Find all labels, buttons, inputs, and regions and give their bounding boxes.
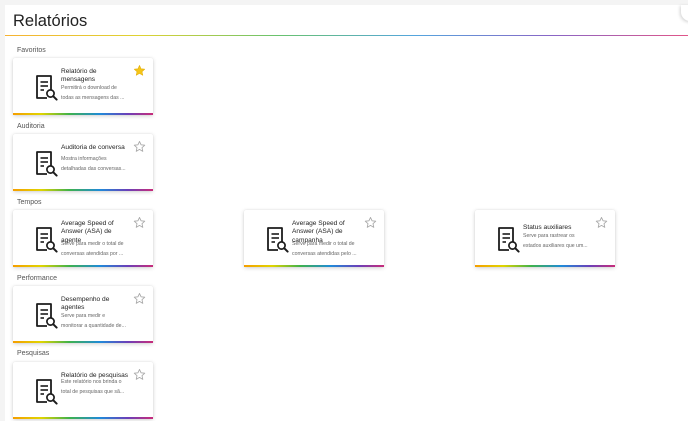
report-card-pesquisas[interactable]: Relatório de pesquisas Este relatório no… [13,362,153,419]
report-card-asa-campanha[interactable]: Average Speed of Answer (ASA) de campanh… [244,210,384,267]
report-search-icon [36,75,58,101]
report-search-icon [267,227,289,253]
card-title: Auditoria de conversa [61,144,125,151]
card-description: Serve para medir e monitorar a quantidade… [61,313,126,330]
card-description: Serve para medir o total de conversas ate… [61,241,124,258]
section-title-tempos: Tempos [17,199,42,206]
card-description: Serve para rastrear os estados auxiliares… [523,233,588,250]
star-outline-icon[interactable] [133,216,146,229]
section-title-pesquisas: Pesquisas [17,350,50,357]
corner-button[interactable]: C [681,5,688,21]
card-description: Este relatório nos brinda o total de pesq… [61,379,125,396]
report-card-desempenho-agentes[interactable]: Desempenho de agentes Serve para medir e… [13,286,153,343]
report-card-mensagens[interactable]: Relatório de mensagens Permitirá o downl… [13,58,153,115]
report-card-asa-agente[interactable]: Average Speed of Answer (ASA) de agente … [13,210,153,267]
card-description: Permitirá o download de todas as mensagen… [61,85,125,102]
star-outline-icon[interactable] [133,292,146,305]
header-divider [5,35,688,36]
star-outline-icon[interactable] [595,216,608,229]
report-search-icon [36,227,58,253]
reports-page: Relatórios C Favoritos Auditoria Tempos … [5,5,688,421]
report-card-auditoria-conversa[interactable]: Auditoria de conversa Mostra informações… [13,134,153,191]
star-outline-icon[interactable] [364,216,377,229]
report-card-status-auxiliares[interactable]: Status auxiliares Serve para rastrear os… [475,210,615,267]
section-title-favoritos: Favoritos [17,47,46,54]
card-description: Serve para medir o total de conversas ate… [292,241,357,258]
star-outline-icon[interactable] [133,140,146,153]
page-title: Relatórios [13,12,88,30]
card-description: Mostra informações detalhadas das convers… [61,156,126,173]
section-title-performance: Performance [17,275,58,282]
section-title-auditoria: Auditoria [17,123,45,130]
report-search-icon [36,379,58,405]
report-search-icon [498,227,520,253]
star-filled-icon[interactable] [133,64,146,77]
star-outline-icon[interactable] [133,368,146,381]
report-search-icon [36,303,58,329]
report-search-icon [36,151,58,177]
